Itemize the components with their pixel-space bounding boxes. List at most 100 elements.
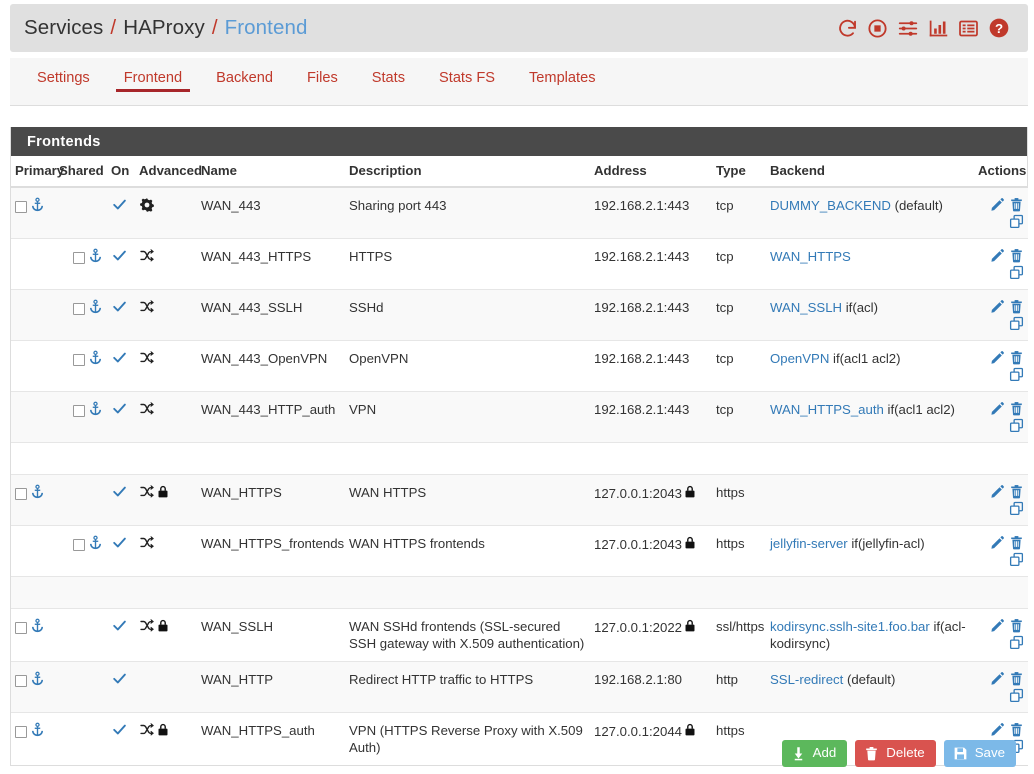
add-button[interactable]: Add xyxy=(781,739,848,767)
backend-link[interactable]: WAN_HTTPS xyxy=(770,249,851,264)
copy-icon[interactable] xyxy=(1009,214,1024,229)
backend-link[interactable]: OpenVPN xyxy=(770,351,829,366)
anchor-icon[interactable] xyxy=(30,671,45,691)
edit-icon[interactable] xyxy=(990,722,1005,737)
delete-icon[interactable] xyxy=(1009,299,1024,314)
tab-templates[interactable]: Templates xyxy=(512,58,613,104)
delete-icon[interactable] xyxy=(1009,618,1024,633)
delete-icon[interactable] xyxy=(1009,671,1024,686)
restart-icon[interactable] xyxy=(837,18,858,39)
edit-icon[interactable] xyxy=(990,671,1005,686)
shared-checkbox[interactable] xyxy=(73,354,85,366)
delete-icon[interactable] xyxy=(1009,197,1024,212)
cell-advanced xyxy=(135,474,197,526)
help-icon[interactable]: ? xyxy=(988,17,1010,39)
cell-name: WAN_HTTPS_frontends xyxy=(197,525,345,577)
column-header-primary: Primary xyxy=(11,156,64,188)
primary-checkbox[interactable] xyxy=(15,201,27,213)
delete-icon[interactable] xyxy=(1009,248,1024,263)
delete-icon[interactable] xyxy=(1009,535,1024,550)
shuffle-icon[interactable] xyxy=(139,350,155,369)
primary-checkbox[interactable] xyxy=(15,675,27,687)
anchor-icon[interactable] xyxy=(30,618,45,638)
stop-icon[interactable] xyxy=(867,18,888,39)
check-icon xyxy=(111,352,128,368)
copy-icon[interactable] xyxy=(1009,552,1024,567)
shuffle-icon[interactable] xyxy=(139,618,155,637)
copy-icon[interactable] xyxy=(1009,501,1024,516)
copy-icon[interactable] xyxy=(1009,316,1024,331)
copy-icon[interactable] xyxy=(1009,635,1024,650)
edit-icon[interactable] xyxy=(990,197,1005,212)
breadcrumb-section[interactable]: HAProxy xyxy=(123,16,205,40)
delete-button[interactable]: Delete xyxy=(855,739,936,767)
tab-backend[interactable]: Backend xyxy=(199,58,290,104)
backend-link[interactable]: WAN_SSLH xyxy=(770,300,842,315)
copy-icon[interactable] xyxy=(1009,265,1024,280)
lock-icon xyxy=(156,484,170,503)
tab-bar: Settings Frontend Backend Files Stats St… xyxy=(10,58,1028,106)
save-icon xyxy=(953,746,968,761)
edit-icon[interactable] xyxy=(990,401,1005,416)
copy-icon[interactable] xyxy=(1009,418,1024,433)
tab-stats-fs[interactable]: Stats FS xyxy=(422,58,512,104)
delete-icon[interactable] xyxy=(1009,350,1024,365)
cell-address: 192.168.2.1:443 xyxy=(590,391,712,443)
shared-checkbox[interactable] xyxy=(73,405,85,417)
backend-link[interactable]: DUMMY_BACKEND xyxy=(770,198,891,213)
tab-stats[interactable]: Stats xyxy=(355,58,422,104)
cell-on xyxy=(107,340,135,392)
edit-icon[interactable] xyxy=(990,299,1005,314)
backend-link[interactable]: jellyfin-server xyxy=(770,536,848,551)
cell-name: WAN_443_HTTPS xyxy=(197,238,345,290)
breadcrumb-root[interactable]: Services xyxy=(24,16,103,40)
copy-icon[interactable] xyxy=(1009,688,1024,703)
copy-icon[interactable] xyxy=(1009,367,1024,382)
anchor-icon[interactable] xyxy=(88,535,103,555)
primary-checkbox[interactable] xyxy=(15,488,27,500)
primary-checkbox[interactable] xyxy=(15,622,27,634)
shuffle-icon[interactable] xyxy=(139,401,155,420)
shuffle-icon[interactable] xyxy=(139,484,155,503)
table-list-icon[interactable] xyxy=(958,18,979,39)
edit-icon[interactable] xyxy=(990,535,1005,550)
chart-bar-icon[interactable] xyxy=(928,18,949,39)
save-button[interactable]: Save xyxy=(943,739,1016,767)
anchor-icon[interactable] xyxy=(88,350,103,370)
column-header-address: Address xyxy=(590,156,712,188)
cell-shared xyxy=(55,661,107,713)
anchor-icon[interactable] xyxy=(88,401,103,421)
cell-on xyxy=(107,391,135,443)
shared-checkbox[interactable] xyxy=(73,303,85,315)
anchor-icon[interactable] xyxy=(88,299,103,319)
shared-checkbox[interactable] xyxy=(73,252,85,264)
delete-icon[interactable] xyxy=(1009,484,1024,499)
tab-frontend[interactable]: Frontend xyxy=(107,58,199,104)
anchor-icon[interactable] xyxy=(88,248,103,268)
delete-icon[interactable] xyxy=(1009,401,1024,416)
cell-primary xyxy=(11,289,55,341)
edit-icon[interactable] xyxy=(990,484,1005,499)
backend-link[interactable]: WAN_HTTPS_auth xyxy=(770,402,884,417)
trash-icon xyxy=(864,746,879,761)
anchor-icon[interactable] xyxy=(30,484,45,504)
anchor-icon[interactable] xyxy=(30,197,45,217)
shuffle-icon[interactable] xyxy=(139,248,155,267)
edit-icon[interactable] xyxy=(990,618,1005,633)
gear-icon[interactable] xyxy=(139,197,155,217)
shared-checkbox[interactable] xyxy=(73,539,85,551)
edit-icon[interactable] xyxy=(990,248,1005,263)
shuffle-icon[interactable] xyxy=(139,299,155,318)
delete-icon[interactable] xyxy=(1009,722,1024,737)
cell-backend: WAN_HTTPS_auth if(acl1 acl2) xyxy=(766,391,974,443)
edit-icon[interactable] xyxy=(990,350,1005,365)
cell-name: WAN_443_HTTP_auth xyxy=(197,391,345,443)
shuffle-icon[interactable] xyxy=(139,535,155,554)
breadcrumb-separator-2: / xyxy=(211,16,218,39)
backend-link[interactable]: kodirsync.sslh-site1.foo.bar xyxy=(770,619,930,634)
sliders-icon[interactable] xyxy=(897,18,919,39)
cell-primary xyxy=(11,186,55,239)
tab-files[interactable]: Files xyxy=(290,58,355,104)
backend-link[interactable]: SSL-redirect xyxy=(770,672,843,687)
tab-settings[interactable]: Settings xyxy=(20,58,107,104)
